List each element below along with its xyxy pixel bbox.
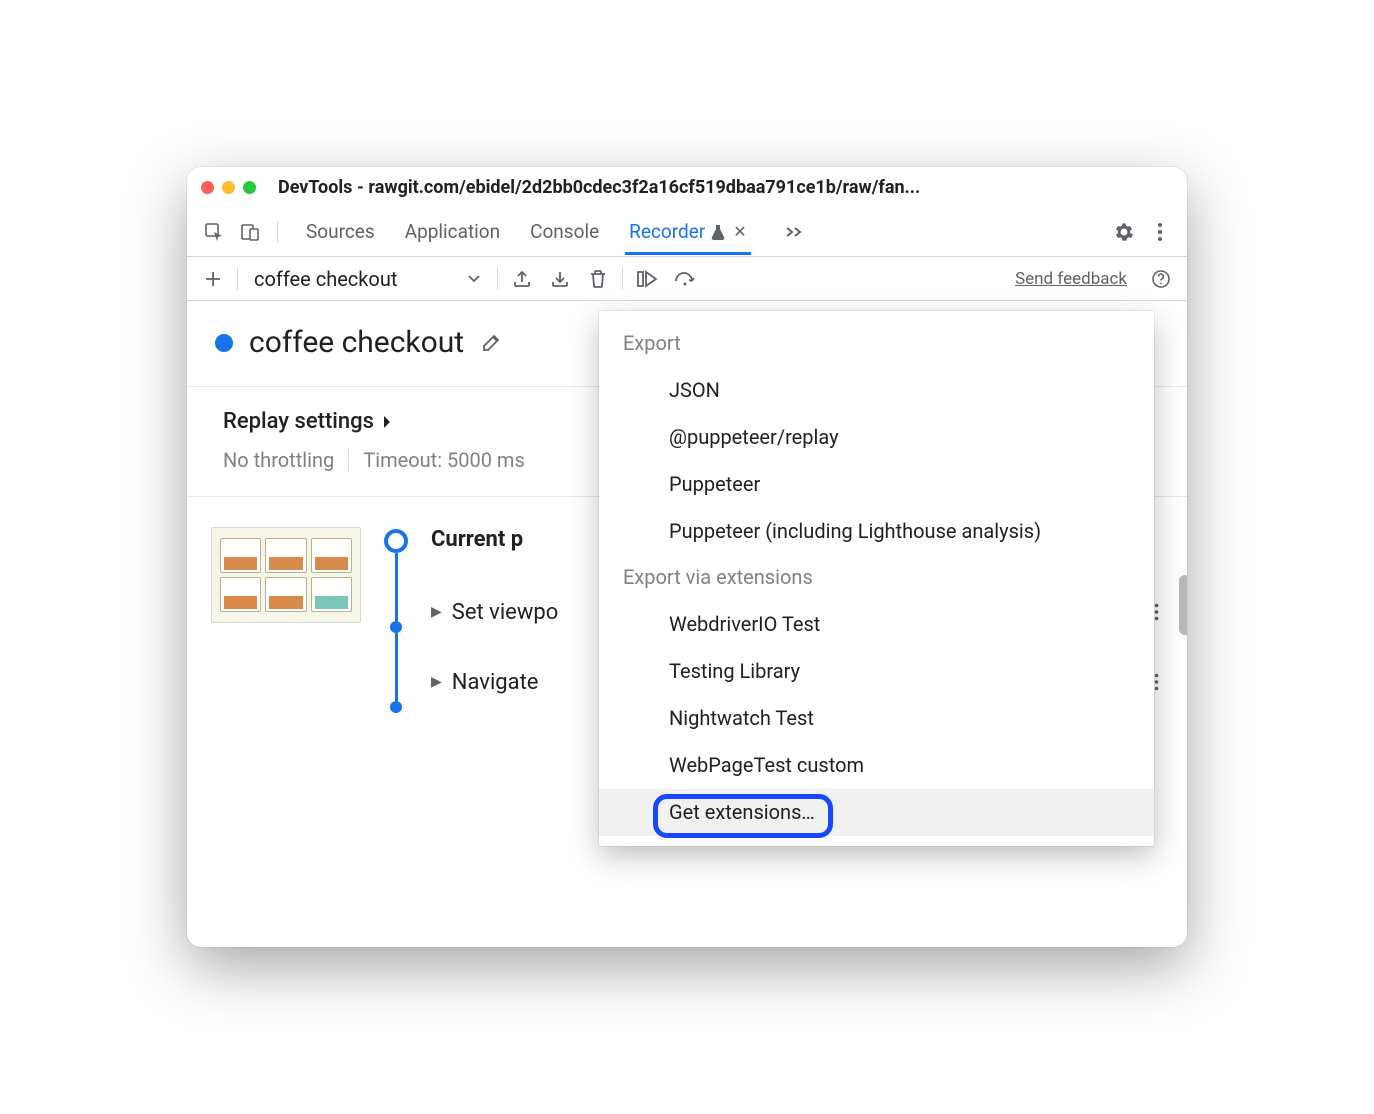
- more-tabs-icon[interactable]: [779, 217, 809, 247]
- scrollbar-thumb[interactable]: [1179, 575, 1187, 635]
- flask-icon: [711, 224, 725, 240]
- kebab-menu-icon[interactable]: [1145, 217, 1175, 247]
- step-label: Current p: [431, 527, 523, 552]
- tab-console[interactable]: Console: [526, 208, 603, 255]
- dropdown-section-header: Export via extensions: [599, 555, 1154, 601]
- throttling-value: No throttling: [223, 448, 334, 472]
- export-webpagetest[interactable]: WebPageTest custom: [599, 742, 1154, 789]
- step-play-icon[interactable]: [633, 265, 661, 293]
- close-tab-icon[interactable]: ✕: [733, 222, 746, 241]
- export-json[interactable]: JSON: [599, 367, 1154, 414]
- export-nightwatch[interactable]: Nightwatch Test: [599, 695, 1154, 742]
- divider: [237, 268, 238, 290]
- replay-settings-label: Replay settings: [223, 409, 374, 434]
- new-recording-icon[interactable]: [199, 265, 227, 293]
- divider: [622, 268, 623, 290]
- devtools-window: DevTools - rawgit.com/ebidel/2d2bb0cdec3…: [187, 167, 1187, 947]
- send-feedback-link[interactable]: Send feedback: [1015, 269, 1127, 289]
- recording-title: coffee checkout: [249, 325, 464, 360]
- recording-status-dot: [215, 334, 233, 352]
- tab-label: Console: [530, 220, 599, 243]
- export-icon[interactable]: [508, 265, 536, 293]
- step-label: Navigate: [452, 670, 539, 695]
- timeline-dot-icon: [390, 621, 402, 633]
- delete-icon[interactable]: [584, 265, 612, 293]
- export-dropdown: Export JSON @puppeteer/replay Puppeteer …: [599, 311, 1154, 846]
- maximize-window-icon[interactable]: [243, 181, 256, 194]
- recording-name-label: coffee checkout: [254, 267, 397, 291]
- tab-sources[interactable]: Sources: [302, 208, 379, 255]
- recording-dropdown[interactable]: coffee checkout: [248, 267, 487, 291]
- timeline-dot-icon: [390, 701, 402, 713]
- help-icon[interactable]: [1147, 265, 1175, 293]
- timeline-start-icon: [384, 529, 408, 553]
- step-label: Set viewpo: [452, 600, 559, 625]
- inspect-element-icon[interactable]: [199, 217, 229, 247]
- edit-title-icon[interactable]: [480, 332, 502, 354]
- settings-icon[interactable]: [1109, 217, 1139, 247]
- step-kebab-icon[interactable]: [1154, 603, 1163, 621]
- panel-tabs: Sources Application Console Recorder ✕: [302, 208, 809, 255]
- dropdown-section-header: Export: [599, 327, 1154, 367]
- export-puppeteer-lighthouse[interactable]: Puppeteer (including Lighthouse analysis…: [599, 508, 1154, 555]
- step-kebab-icon[interactable]: [1154, 673, 1163, 691]
- divider: [277, 221, 278, 243]
- chevron-right-icon: [382, 415, 392, 429]
- tab-label: Application: [405, 220, 500, 243]
- export-testing-library[interactable]: Testing Library: [599, 648, 1154, 695]
- divider: [348, 449, 349, 471]
- page-thumbnail: [211, 527, 361, 623]
- window-title: DevTools - rawgit.com/ebidel/2d2bb0cdec3…: [278, 177, 1173, 198]
- tab-label: Sources: [306, 220, 375, 243]
- step-over-icon[interactable]: [671, 265, 699, 293]
- get-extensions[interactable]: Get extensions…: [599, 789, 1154, 836]
- import-icon[interactable]: [546, 265, 574, 293]
- devtools-tabbar: Sources Application Console Recorder ✕: [187, 207, 1187, 257]
- tab-application[interactable]: Application: [401, 208, 504, 255]
- export-puppeteer-replay[interactable]: @puppeteer/replay: [599, 414, 1154, 461]
- timeline: [381, 527, 411, 947]
- export-webdriverio[interactable]: WebdriverIO Test: [599, 601, 1154, 648]
- close-window-icon[interactable]: [201, 181, 214, 194]
- minimize-window-icon[interactable]: [222, 181, 235, 194]
- tab-label: Recorder: [629, 220, 705, 243]
- recorder-toolbar: coffee checkout Send feedback: [187, 257, 1187, 301]
- titlebar: DevTools - rawgit.com/ebidel/2d2bb0cdec3…: [187, 167, 1187, 207]
- device-toolbar-icon[interactable]: [235, 217, 265, 247]
- chevron-down-icon: [467, 274, 481, 284]
- timeout-value: Timeout: 5000 ms: [363, 448, 525, 472]
- export-puppeteer[interactable]: Puppeteer: [599, 461, 1154, 508]
- tab-recorder[interactable]: Recorder ✕: [625, 208, 750, 255]
- chevron-right-icon: ▶: [431, 674, 442, 690]
- divider: [497, 268, 498, 290]
- window-controls: [201, 181, 256, 194]
- chevron-right-icon: ▶: [431, 604, 442, 620]
